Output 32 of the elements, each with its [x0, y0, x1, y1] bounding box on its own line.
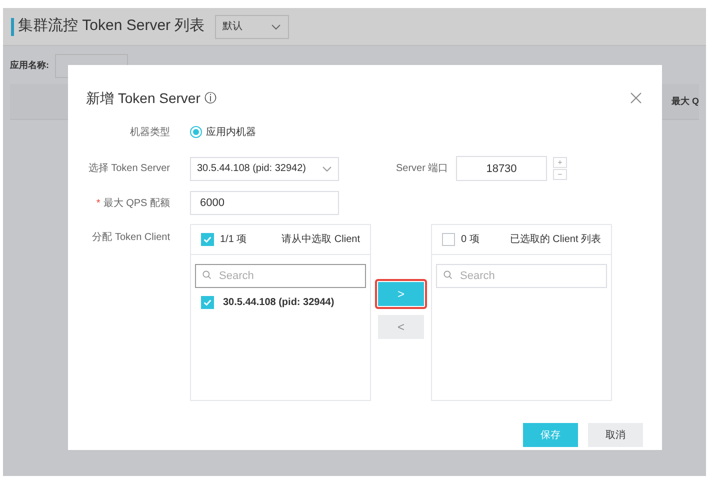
- search-field[interactable]: Search: [195, 264, 366, 288]
- search-icon: [443, 270, 453, 280]
- mode-select[interactable]: 默认: [214, 14, 289, 38]
- checkbox[interactable]: [201, 233, 214, 246]
- checkbox[interactable]: [442, 233, 455, 246]
- field-label: * 最大 QPS 配额: [95, 196, 171, 210]
- checkbox[interactable]: [201, 296, 214, 309]
- radio-button[interactable]: [190, 126, 202, 138]
- radio-label: 应用内机器: [206, 126, 256, 140]
- field-label: 选择 Token Server: [87, 162, 171, 176]
- field-label: 机器类型: [129, 126, 171, 140]
- close-icon[interactable]: [630, 92, 642, 104]
- dialog-title: 新增 Token Server: [86, 88, 200, 108]
- panel-title: 请从中选取 Client: [282, 232, 360, 247]
- qps-field[interactable]: 6000: [190, 191, 339, 215]
- column-header: 最大 Q: [671, 94, 699, 108]
- field-label: Server 端口: [396, 162, 450, 176]
- page-title: 集群流控 Token Server 列表: [18, 16, 205, 36]
- port-field[interactable]: 18730: [456, 156, 547, 181]
- search-icon: [202, 270, 212, 280]
- chevron-down-icon: [270, 24, 281, 30]
- item-count: 0 项: [461, 233, 480, 247]
- client-item[interactable]: 30.5.44.108 (pid: 32944): [223, 295, 334, 310]
- server-select[interactable]: 30.5.44.108 (pid: 32942): [190, 156, 339, 180]
- panel-title: 已选取的 Client 列表: [510, 232, 601, 247]
- cancel-button[interactable]: 取消: [588, 423, 643, 447]
- accent-bar: [11, 18, 14, 36]
- info-icon: ⓘ: [204, 89, 216, 107]
- chevron-down-icon: [322, 166, 332, 172]
- field-label: 分配 Token Client: [91, 231, 171, 245]
- item-count: 1/1 项: [220, 233, 247, 247]
- app-label: 应用名称:: [10, 59, 49, 72]
